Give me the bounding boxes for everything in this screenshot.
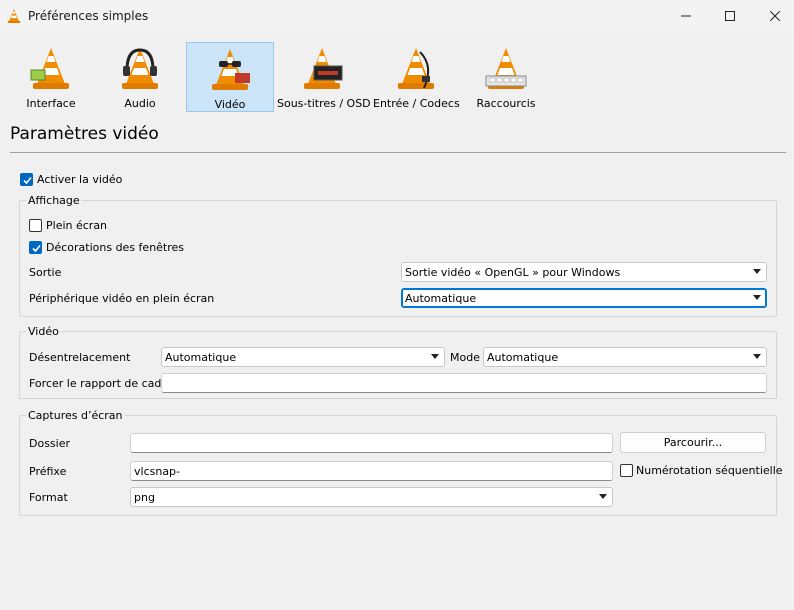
window-decorations-checkbox[interactable] [29, 241, 42, 254]
minimize-icon [681, 15, 691, 17]
aspect-ratio-field[interactable] [161, 373, 767, 393]
mode-select[interactable]: Automatique [483, 347, 767, 367]
folder-input[interactable] [131, 434, 612, 452]
prefix-label: Préfixe [29, 465, 67, 478]
tab-label: Vidéo [214, 98, 246, 111]
deinterlace-label: Désentrelacement [29, 351, 131, 364]
minimize-button[interactable] [663, 0, 709, 32]
tab-label: Audio [124, 97, 156, 110]
folder-label: Dossier [29, 437, 71, 450]
input-codecs-cone-icon [398, 48, 434, 89]
deinterlace-select[interactable]: Automatique [161, 347, 445, 367]
subtitles-cone-icon [304, 48, 343, 89]
window-decorations-label: Décorations des fenêtres [46, 241, 185, 254]
fullscreen-checkbox[interactable] [29, 219, 42, 232]
title-bar: Préférences simples [0, 0, 794, 32]
tab-label: Raccourcis [476, 97, 536, 110]
fullscreen-device-label: Périphérique vidéo en plein écran [29, 292, 215, 305]
fullscreen-device-select[interactable]: Automatique [401, 288, 767, 308]
tab-label: Sous-titres / OSD [277, 97, 371, 110]
fullscreen-label: Plein écran [46, 219, 108, 232]
window-title: Préférences simples [28, 9, 149, 23]
maximize-button[interactable] [707, 0, 753, 32]
sequential-numbering-label: Numérotation séquentielle [636, 464, 783, 477]
chevron-down-icon [599, 494, 607, 499]
category-toolbar: Interface Audio Vidéo Sous-titres / OSD [0, 36, 794, 114]
title-divider [10, 152, 786, 153]
output-value: Sortie vidéo « OpenGL » pour Windows [405, 266, 621, 279]
format-select[interactable]: png [130, 487, 613, 507]
aspect-ratio-label: Forcer le rapport de cadre [29, 377, 173, 390]
tab-interface[interactable]: Interface [14, 42, 88, 112]
aspect-ratio-input[interactable] [162, 374, 766, 392]
browse-button[interactable]: Parcourir... [620, 432, 766, 453]
enable-video-label: Activer la vidéo [37, 173, 123, 186]
tab-subtitles-osd[interactable]: Sous-titres / OSD [277, 42, 371, 112]
tab-video[interactable]: Vidéo [186, 42, 274, 112]
tab-audio[interactable]: Audio [103, 42, 177, 112]
chevron-down-icon [753, 269, 761, 274]
prefix-field[interactable] [130, 461, 613, 481]
output-select[interactable]: Sortie vidéo « OpenGL » pour Windows [401, 262, 767, 282]
maximize-icon [725, 11, 735, 21]
mode-label: Mode [450, 351, 480, 364]
audio-headphones-cone-icon [122, 48, 158, 89]
vlc-cone-icon [7, 8, 21, 23]
tab-hotkeys[interactable]: Raccourcis [470, 42, 542, 112]
chevron-down-icon [431, 354, 439, 359]
format-value: png [134, 491, 155, 504]
enable-video-checkbox[interactable] [20, 173, 33, 186]
prefix-input[interactable] [131, 462, 612, 480]
output-label: Sortie [29, 266, 62, 279]
mode-value: Automatique [487, 351, 559, 364]
close-button[interactable] [752, 0, 794, 32]
hotkeys-cone-icon [485, 48, 527, 89]
video-glasses-cone-icon [212, 49, 250, 90]
chevron-down-icon [753, 354, 761, 359]
page-title: Paramètres vidéo [10, 124, 159, 144]
display-group-title: Affichage [26, 194, 82, 207]
close-icon [770, 11, 780, 21]
interface-cone-icon [30, 48, 69, 89]
sequential-numbering-checkbox[interactable] [620, 464, 633, 477]
snapshot-group-title: Captures d’écran [26, 409, 125, 422]
deinterlace-value: Automatique [165, 351, 237, 364]
chevron-down-icon [753, 295, 761, 300]
folder-field[interactable] [130, 433, 613, 453]
video-group-title: Vidéo [26, 325, 61, 338]
checkmark-icon [23, 176, 32, 185]
tab-label: Interface [26, 97, 76, 110]
fullscreen-device-value: Automatique [405, 292, 477, 305]
format-label: Format [29, 491, 68, 504]
tab-input-codecs[interactable]: Entrée / Codecs [373, 42, 460, 112]
checkmark-icon [32, 244, 41, 253]
tab-label: Entrée / Codecs [373, 97, 460, 110]
